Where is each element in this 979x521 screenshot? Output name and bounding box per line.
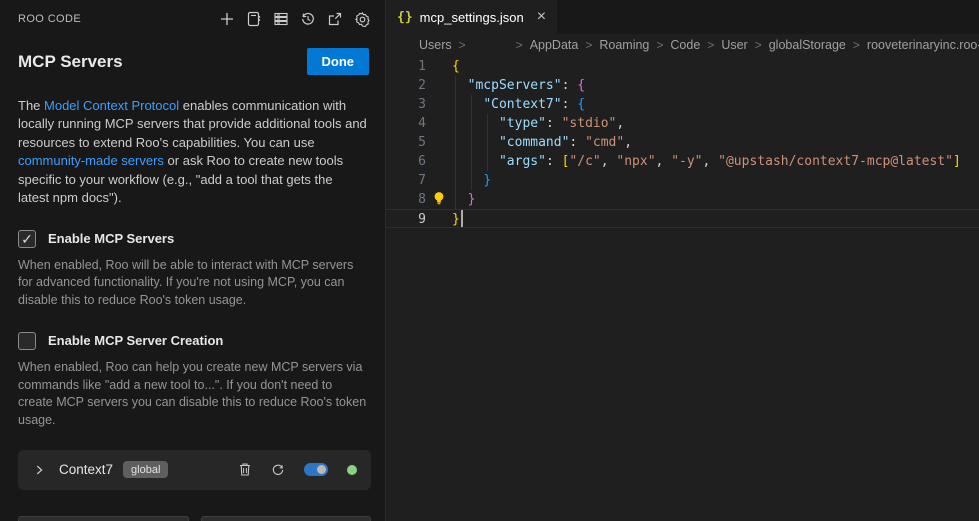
breadcrumb-separator: > (755, 38, 762, 52)
breadcrumb-item[interactable]: globalStorage (769, 38, 846, 52)
refresh-icon[interactable] (271, 463, 285, 477)
trash-icon[interactable] (238, 462, 252, 477)
line-number: 3 (386, 95, 426, 114)
code-line-text: } (452, 210, 460, 227)
code-line[interactable]: 3 "Context7": { (386, 95, 979, 114)
code-line[interactable]: 8 } (386, 190, 979, 209)
community-made-servers-link[interactable]: community-made servers (18, 153, 164, 168)
line-number: 9 (386, 210, 426, 227)
json-file-icon: {} (397, 10, 413, 25)
code-line[interactable]: 9} (386, 209, 979, 228)
editor-group: {} mcp_settings.json × Users > > AppData > Ro… (386, 0, 979, 521)
breadcrumb[interactable]: Users > > AppData > Roaming > Code > User > globalS… (386, 34, 979, 56)
code-line[interactable]: 6 "args": ["/c", "npx", "-y", "@upstash/… (386, 152, 979, 171)
breadcrumb-separator: > (707, 38, 714, 52)
breadcrumb-separator: > (516, 38, 523, 52)
open-external-icon[interactable] (327, 11, 343, 27)
enable-mcp-servers-label: Enable MCP Servers (48, 231, 174, 246)
app-window: ROO CODE (0, 0, 979, 521)
text-cursor (461, 210, 463, 227)
tab-filename: mcp_settings.json (420, 10, 524, 25)
toggle-knob (317, 465, 326, 474)
breadcrumb-separator: > (656, 38, 663, 52)
roo-code-panel: ROO CODE (0, 0, 386, 521)
code-line[interactable]: 7 } (386, 171, 979, 190)
breadcrumb-item[interactable]: AppData (530, 38, 579, 52)
checkmark-icon: ✓ (21, 232, 33, 246)
notebook-icon[interactable] (246, 11, 262, 27)
tab-mcp-settings-json[interactable]: {} mcp_settings.json × (386, 0, 557, 34)
settings-gear-icon[interactable] (354, 11, 371, 28)
panel-header: ROO CODE (0, 0, 385, 28)
enable-mcp-servers-checkbox[interactable]: ✓ (18, 230, 36, 248)
breadcrumb-separator: > (459, 38, 466, 52)
breadcrumb-item[interactable]: Roaming (599, 38, 649, 52)
code-line-text: "command": "cmd", (452, 133, 632, 152)
code-line[interactable]: 1{ (386, 57, 979, 76)
breadcrumb-item[interactable]: User (721, 38, 747, 52)
enable-mcp-servers-row: ✓ Enable MCP Servers (0, 208, 385, 248)
done-button[interactable]: Done (307, 48, 370, 75)
enable-mcp-creation-checkbox[interactable]: ✓ (18, 332, 36, 350)
mcp-server-row[interactable]: Context7 global (18, 450, 371, 490)
edit-buttons-row: ✎ Edit Global MCP ✎ Edit Project MCP (18, 516, 371, 521)
enable-mcp-creation-description: When enabled, Roo can help you create ne… (0, 350, 385, 430)
breadcrumb-item[interactable]: Users (419, 38, 452, 52)
enable-mcp-servers-description: When enabled, Roo will be able to intera… (0, 248, 385, 310)
tab-bar: {} mcp_settings.json × (386, 0, 979, 34)
line-number: 8 (386, 190, 426, 209)
code-line-text: "type": "stdio", (452, 114, 624, 133)
page-head: MCP Servers Done (0, 28, 385, 75)
chevron-right-icon[interactable] (32, 463, 46, 477)
lightbulb-icon[interactable] (433, 191, 445, 212)
breadcrumb-separator: > (853, 38, 860, 52)
server-scope-badge: global (123, 461, 168, 478)
panel-header-icons (219, 11, 371, 28)
plus-icon[interactable] (219, 11, 235, 27)
server-row-controls (238, 462, 357, 477)
code-line-text: "mcpServers": { (452, 76, 585, 95)
mcp-server-stack-icon[interactable] (273, 11, 289, 27)
intro-pre: The (18, 98, 44, 113)
code-line-text: } (452, 171, 491, 190)
code-lines: 1{2 "mcpServers": {3 "Context7": {4 "typ… (386, 57, 979, 228)
enable-mcp-creation-label: Enable MCP Server Creation (48, 333, 223, 348)
code-line-text: "Context7": { (452, 95, 585, 114)
page-title: MCP Servers (18, 52, 123, 72)
line-number: 7 (386, 171, 426, 190)
code-line-text: } (452, 190, 475, 209)
code-line-text: { (452, 57, 460, 76)
breadcrumb-separator: > (585, 38, 592, 52)
breadcrumb-item[interactable]: Code (670, 38, 700, 52)
line-number: 5 (386, 133, 426, 152)
enable-mcp-creation-row: ✓ Enable MCP Server Creation (0, 310, 385, 350)
code-line[interactable]: 5 "command": "cmd", (386, 133, 979, 152)
breadcrumb-item[interactable]: rooveterinaryinc.roo-cli (867, 38, 979, 52)
code-line-text: "args": ["/c", "npx", "-y", "@upstash/co… (452, 152, 961, 171)
line-number: 1 (386, 57, 426, 76)
line-number: 6 (386, 152, 426, 171)
tab-close-icon[interactable]: × (537, 9, 546, 25)
server-status-dot (347, 465, 357, 475)
line-number: 4 (386, 114, 426, 133)
history-icon[interactable] (300, 11, 316, 27)
panel-title: ROO CODE (18, 13, 81, 25)
code-line[interactable]: 4 "type": "stdio", (386, 114, 979, 133)
server-enabled-toggle[interactable] (304, 463, 328, 476)
server-name: Context7 (59, 462, 113, 477)
intro-text: The Model Context Protocol enables commu… (0, 75, 385, 208)
code-editor[interactable]: 1{2 "mcpServers": {3 "Context7": {4 "typ… (386, 56, 979, 521)
line-number: 2 (386, 76, 426, 95)
model-context-protocol-link[interactable]: Model Context Protocol (44, 98, 179, 113)
edit-project-mcp-button[interactable]: ✎ Edit Project MCP (201, 516, 372, 521)
code-line[interactable]: 2 "mcpServers": { (386, 76, 979, 95)
edit-global-mcp-button[interactable]: ✎ Edit Global MCP (18, 516, 189, 521)
